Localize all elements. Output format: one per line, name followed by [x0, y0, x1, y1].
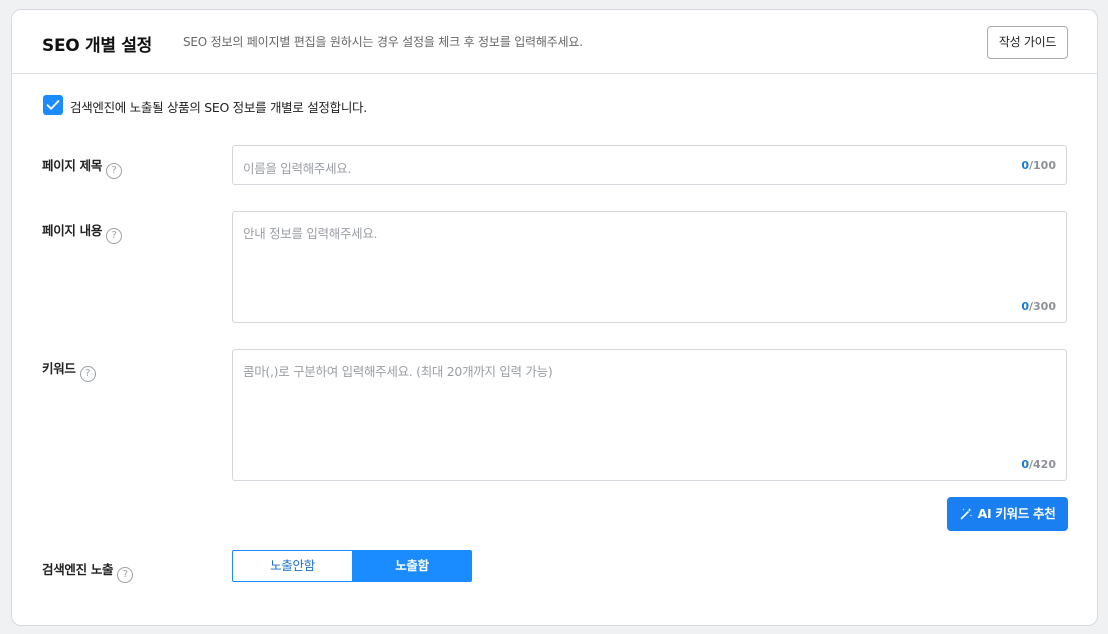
page-title-placeholder: 이름을 입력해주세요.	[243, 161, 352, 176]
individual-seo-checkbox[interactable]	[43, 95, 63, 115]
help-icon[interactable]: ?	[106, 228, 123, 244]
page-content-textarea[interactable]: 안내 정보를 입력해주세요. 0/300	[232, 211, 1067, 323]
page-content-label-row: 페이지 내용?	[42, 220, 123, 244]
section-description: SEO 정보의 페이지별 편집을 원하시는 경우 설정을 체크 후 정보를 입력…	[183, 35, 583, 49]
ai-keyword-recommend-button[interactable]: AI 키워드 추천	[947, 497, 1068, 531]
keyword-counter: 0/420	[1021, 458, 1056, 471]
section-title: SEO 개별 설정	[42, 36, 153, 56]
exposure-option-show[interactable]: 노출함	[352, 550, 472, 582]
exposure-toggle: 노출안함 노출함	[232, 550, 472, 582]
page-title-max: /100	[1029, 159, 1056, 172]
page-title-label-row: 페이지 제목?	[42, 155, 123, 179]
checkmark-icon	[46, 100, 60, 110]
card-header: SEO 개별 설정 SEO 정보의 페이지별 편집을 원하시는 경우 설정을 체…	[12, 10, 1097, 74]
writing-guide-button[interactable]: 작성 가이드	[987, 26, 1068, 59]
help-icon[interactable]: ?	[79, 366, 96, 382]
page-title-label: 페이지 제목	[42, 158, 103, 173]
exposure-label-row: 검색엔진 노출?	[42, 559, 134, 583]
page-title-input[interactable]: 이름을 입력해주세요. 0/100	[232, 145, 1067, 185]
keyword-max: /420	[1029, 458, 1056, 471]
ai-button-label: AI 키워드 추천	[977, 506, 1056, 521]
page-title-count: 0	[1021, 159, 1030, 172]
keyword-textarea[interactable]: 콤마(,)로 구분하여 입력해주세요. (최대 20개까지 입력 가능) 0/4…	[232, 349, 1067, 481]
keyword-label-row: 키워드?	[42, 358, 96, 382]
page-content-max: /300	[1029, 300, 1056, 313]
keyword-placeholder: 콤마(,)로 구분하여 입력해주세요. (최대 20개까지 입력 가능)	[243, 364, 553, 379]
page-content-counter: 0/300	[1021, 300, 1056, 313]
help-icon[interactable]: ?	[117, 567, 134, 583]
magic-wand-icon	[960, 508, 972, 520]
checkbox-label: 검색엔진에 노출될 상품의 SEO 정보를 개별로 설정합니다.	[70, 100, 367, 115]
seo-settings-card: SEO 개별 설정 SEO 정보의 페이지별 편집을 원하시는 경우 설정을 체…	[11, 9, 1098, 626]
exposure-option-hide[interactable]: 노출안함	[232, 550, 352, 582]
page-content-placeholder: 안내 정보를 입력해주세요.	[243, 226, 378, 241]
page-content-count: 0	[1021, 300, 1030, 313]
page-content-label: 페이지 내용	[42, 223, 103, 238]
exposure-label: 검색엔진 노출	[42, 562, 114, 577]
help-icon[interactable]: ?	[106, 163, 123, 179]
page-title-counter: 0/100	[1021, 159, 1056, 172]
keyword-count: 0	[1021, 458, 1030, 471]
keyword-label: 키워드	[42, 361, 76, 376]
